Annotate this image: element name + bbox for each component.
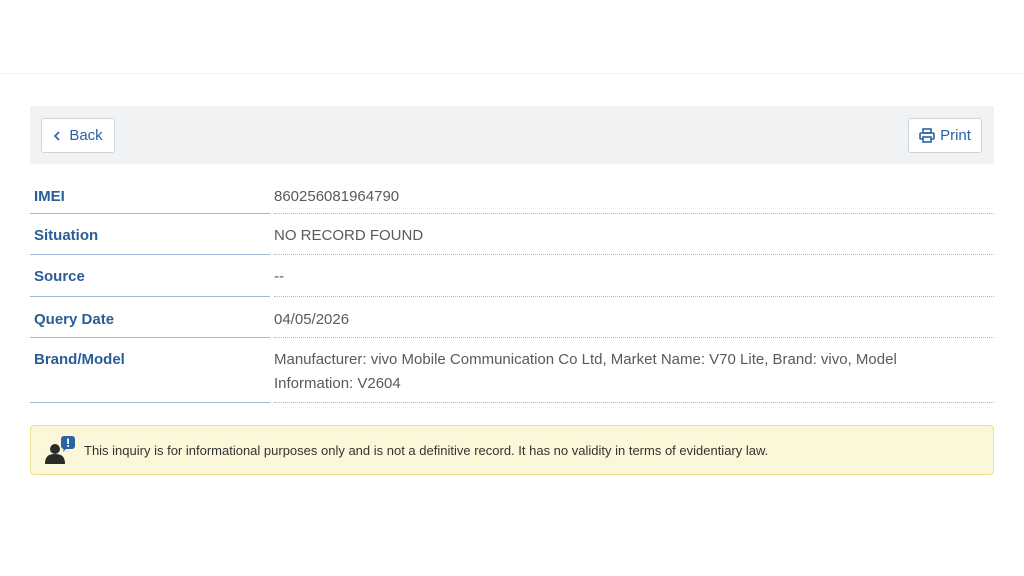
print-button-label: Print xyxy=(940,127,971,144)
row-value: Manufacturer: vivo Mobile Communication … xyxy=(274,338,994,403)
row-label: Source xyxy=(30,255,270,297)
user-info-icon xyxy=(44,435,76,465)
device-details-table: IMEI 860256081964790 Situation NO RECORD… xyxy=(30,176,994,403)
table-row: Query Date 04/05/2026 xyxy=(30,297,994,338)
table-row: IMEI 860256081964790 xyxy=(30,176,994,214)
row-label: IMEI xyxy=(30,176,270,214)
row-value: 860256081964790 xyxy=(274,176,994,214)
print-button[interactable]: Print xyxy=(908,118,982,153)
notice-alert: This inquiry is for informational purpos… xyxy=(30,425,994,475)
notice-text: This inquiry is for informational purpos… xyxy=(84,442,769,458)
back-button-label: Back xyxy=(69,127,103,144)
row-label: Situation xyxy=(30,214,270,255)
row-label: Brand/Model xyxy=(30,338,270,403)
table-row: Brand/Model Manufacturer: vivo Mobile Co… xyxy=(30,338,994,403)
back-button[interactable]: Back xyxy=(41,118,115,153)
printer-icon xyxy=(919,128,935,143)
top-header-band xyxy=(0,0,1024,74)
row-value: NO RECORD FOUND xyxy=(274,214,994,255)
table-row: Source -- xyxy=(30,255,994,297)
row-label: Query Date xyxy=(30,297,270,338)
table-row: Situation NO RECORD FOUND xyxy=(30,214,994,255)
row-value: -- xyxy=(274,255,994,297)
row-value: 04/05/2026 xyxy=(274,297,994,338)
chevron-left-icon xyxy=(53,130,61,141)
toolbar: Back Print xyxy=(30,106,994,164)
